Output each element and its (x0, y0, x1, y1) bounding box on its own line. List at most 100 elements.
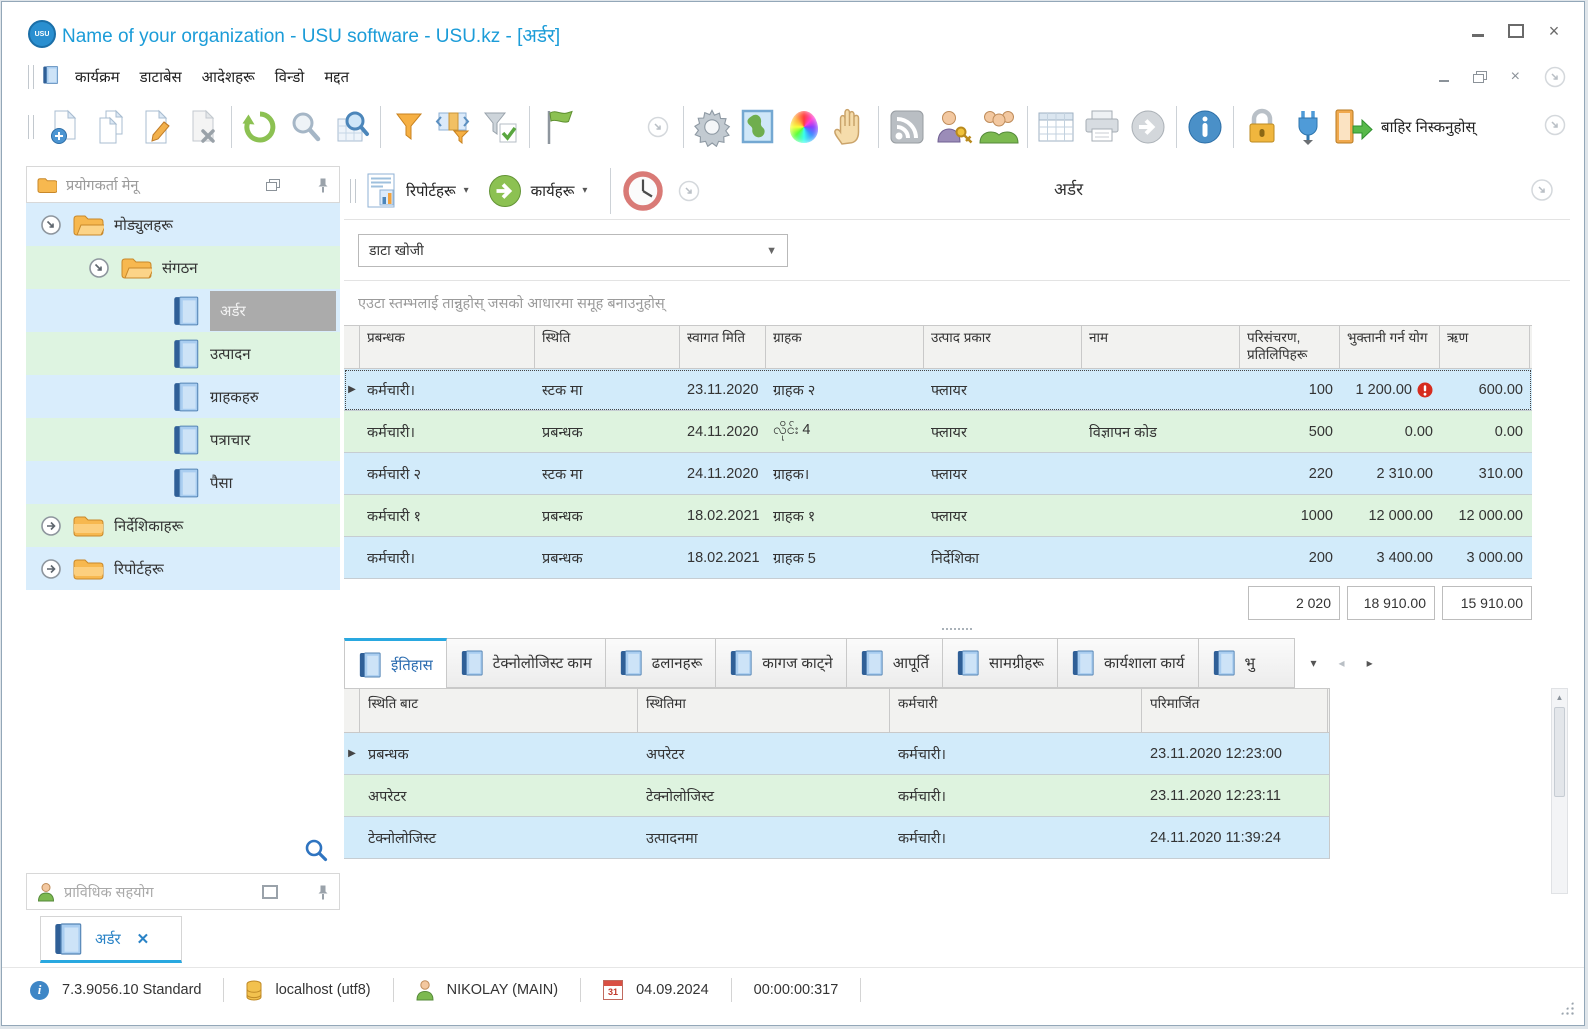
tree-item-orders[interactable]: अर्डर (26, 289, 340, 332)
pin-icon[interactable] (317, 177, 329, 193)
table-view-button[interactable] (1033, 100, 1079, 154)
sidebar-search-button[interactable] (304, 838, 328, 867)
order-row[interactable]: कर्मचारी। प्रबन्धक 18.02.2021 ग्राहक 5 न… (344, 537, 1532, 579)
menu-window[interactable]: विन्डो (265, 63, 315, 91)
expand-down-icon[interactable] (40, 214, 62, 236)
copy-document-button[interactable] (88, 100, 134, 154)
new-document-button[interactable] (42, 100, 88, 154)
support-float-button[interactable] (262, 884, 278, 899)
maximize-button[interactable] (1508, 24, 1524, 38)
col-product-type[interactable]: उत्पाद प्रकार (924, 326, 1082, 368)
tree-item-production[interactable]: उत्पादन (26, 332, 340, 375)
order-row[interactable]: ▶ कर्मचारी। स्टक मा 23.11.2020 ग्राहक २ … (344, 369, 1532, 411)
exit-button[interactable]: बाहिर निस्कनुहोस् (1331, 100, 1475, 154)
menu-program[interactable]: कार्यक्रम (65, 63, 130, 91)
map-button[interactable] (735, 100, 781, 154)
connection-button[interactable] (1285, 100, 1331, 154)
window-tab-close-icon[interactable]: ✕ (137, 930, 150, 948)
tab-technologist-work[interactable]: टेक्नोलोजिस्ट काम (446, 638, 606, 688)
expand-down-icon[interactable] (88, 257, 110, 279)
lock-button[interactable] (1239, 100, 1285, 154)
print-button[interactable] (1079, 100, 1125, 154)
tree-item-correspondence[interactable]: पत्राचार (26, 418, 340, 461)
tree-item-organization[interactable]: संगठन (26, 246, 340, 289)
forward-button[interactable] (1125, 100, 1171, 154)
reports-dropdown-button[interactable]: रिपोर्टहरू ▾ (364, 172, 469, 210)
tab-history[interactable]: ईतिहास (344, 638, 447, 688)
actions-dropdown-button[interactable]: कार्यहरू ▾ (487, 173, 587, 209)
scheduler-button[interactable] (620, 164, 666, 218)
menu-help[interactable]: मद्दत (314, 63, 359, 91)
expand-right-icon[interactable] (40, 515, 62, 537)
menu-database[interactable]: डाटाबेस (130, 63, 192, 91)
col-payable[interactable]: भुक्तानी गर्न योग (1340, 326, 1440, 368)
filter-column-button[interactable] (432, 100, 478, 154)
info-button[interactable] (1182, 100, 1228, 154)
scroll-up-icon[interactable]: ▲ (1552, 689, 1567, 705)
tree-item-reports[interactable]: रिपोर्टहरू (26, 547, 340, 590)
tab-supply[interactable]: आपूर्ति (846, 638, 943, 688)
col-employee[interactable]: कर्मचारी (890, 689, 1142, 732)
tree-item-modules[interactable]: मोड्युलहरू (26, 203, 340, 246)
minimize-button[interactable] (1470, 24, 1486, 38)
order-row[interactable]: कर्मचारी २ स्टक मा 24.11.2020 ग्राहक। फ्… (344, 453, 1532, 495)
tree-item-directories[interactable]: निर्देशिकाहरू (26, 504, 340, 547)
panel-chevron-icon[interactable] (678, 180, 700, 202)
order-row[interactable]: कर्मचारी १ प्रबन्धक 18.02.2021 ग्राहक १ … (344, 495, 1532, 537)
search-in-grid-button[interactable] (329, 100, 375, 154)
tab-molds[interactable]: ढलानहरू (605, 638, 717, 688)
filter-button[interactable] (386, 100, 432, 154)
col-status-to[interactable]: स्थितिमा (638, 689, 890, 732)
horizontal-splitter[interactable] (344, 620, 1570, 638)
delete-document-button[interactable] (180, 100, 226, 154)
tab-paper-cutting[interactable]: कागज काट्ने (716, 638, 847, 688)
settings-button[interactable] (689, 100, 735, 154)
toolbar-right-chevron-icon[interactable] (1544, 114, 1566, 136)
search-button[interactable] (283, 100, 329, 154)
tabs-scroll-left-icon[interactable]: ◂ (1339, 656, 1345, 670)
scrollbar-thumb[interactable] (1554, 707, 1565, 797)
expand-right-icon[interactable] (40, 558, 62, 580)
child-minimize-button[interactable] (1438, 79, 1449, 83)
window-tab-orders[interactable]: अर्डर ✕ (40, 916, 182, 963)
history-row[interactable]: ▶ प्रबन्धक अपरेटर कर्मचारी। 23.11.2020 1… (344, 733, 1329, 775)
tabs-dropdown-icon[interactable]: ▾ (1311, 656, 1317, 670)
tree-item-money[interactable]: पैसा (26, 461, 340, 504)
tab-workshop-work[interactable]: कार्यशाला कार्य (1057, 638, 1199, 688)
close-button[interactable]: × (1546, 21, 1562, 41)
col-status[interactable]: स्थिति (535, 326, 680, 368)
tree-item-clients[interactable]: ग्राहकहरु (26, 375, 340, 418)
edit-document-button[interactable] (134, 100, 180, 154)
col-client[interactable]: ग्राहक (766, 326, 924, 368)
history-row[interactable]: टेक्नोलोजिस्ट उत्पादनमा कर्मचारी। 24.11.… (344, 817, 1329, 859)
rss-button[interactable] (884, 100, 930, 154)
tab-payment[interactable]: भु (1198, 638, 1295, 688)
history-row[interactable]: अपरेटर टेक्नोलोजिस्ट कर्मचारी। 23.11.202… (344, 775, 1329, 817)
panel-right-chevron-icon[interactable] (1530, 178, 1554, 202)
sidebar-float-button[interactable] (266, 178, 280, 191)
user-permissions-button[interactable] (930, 100, 976, 154)
child-close-button[interactable]: × (1511, 69, 1520, 85)
filter-check-button[interactable] (478, 100, 524, 154)
toolbar-grip-2[interactable] (28, 115, 34, 139)
history-scrollbar[interactable]: ▲ (1551, 688, 1568, 894)
tabs-scroll-right-icon[interactable]: ▸ (1367, 656, 1373, 670)
refresh-button[interactable] (237, 100, 283, 154)
toolbar-grip[interactable] (28, 65, 34, 89)
flag-button[interactable] (535, 100, 581, 154)
toolbar-chevron-icon[interactable] (647, 116, 669, 138)
col-date[interactable]: स्वागत मिति (680, 326, 766, 368)
col-modified[interactable]: परिमार्जित (1142, 689, 1328, 732)
data-search-combo[interactable]: डाटा खोजी ▼ (358, 234, 788, 267)
hand-button[interactable] (827, 100, 873, 154)
child-restore-button[interactable] (1472, 71, 1487, 83)
color-wheel-button[interactable] (781, 100, 827, 154)
pin-icon[interactable] (317, 884, 329, 900)
order-row[interactable]: कर्मचारी। प्रबन्धक 24.11.2020 လိုင်း 4 फ… (344, 411, 1532, 453)
col-debt[interactable]: ऋण (1440, 326, 1530, 368)
combo-dropdown-icon[interactable]: ▼ (766, 245, 777, 257)
col-manager[interactable]: प्रबन्धक (360, 326, 535, 368)
col-status-from[interactable]: स्थिति बाट (360, 689, 638, 732)
tab-materials[interactable]: सामग्रीहरू (943, 638, 1058, 688)
col-name[interactable]: नाम (1082, 326, 1240, 368)
